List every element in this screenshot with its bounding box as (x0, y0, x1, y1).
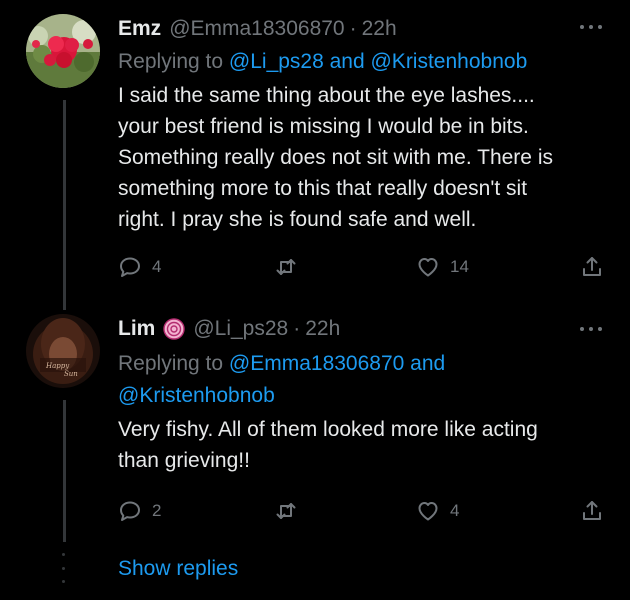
reply-mention-kristen[interactable]: @Kristenhobnob (118, 380, 610, 412)
tweet-text-line: Very fishy. All of them looked more like… (118, 418, 538, 441)
retweet-icon (276, 503, 296, 519)
share-button[interactable] (580, 252, 604, 282)
separator-dot: · (293, 317, 301, 340)
share-icon (583, 501, 601, 520)
share-button[interactable] (580, 496, 604, 526)
share-icon (583, 257, 601, 276)
tweet-text-line: your best friend is missing I would be i… (118, 115, 529, 138)
svg-text:Sun: Sun (64, 370, 78, 378)
reply-mentions[interactable]: @Li_ps28 and @Kristenhobnob (229, 50, 527, 73)
display-name[interactable]: Emz (118, 16, 161, 42)
swirl-emoji-icon (163, 318, 186, 340)
tweet-text-line: I said the same thing about the eye lash… (118, 84, 535, 107)
avatar[interactable] (26, 14, 100, 88)
reply-bubble-icon (120, 501, 140, 521)
like-count: 4 (450, 501, 460, 520)
tweet-header: Lim @Li_ps28 · 22h (118, 314, 610, 344)
tweet-emz[interactable]: Emz @Emma18306870 · 22h Replying to @Li_… (0, 0, 630, 300)
tweet-text-line: Something really does not sit with me. T… (118, 146, 553, 169)
more-dots-icon[interactable] (580, 326, 602, 332)
like-button[interactable]: 4 (416, 496, 459, 526)
separator-dot: · (349, 17, 357, 40)
svg-text:Happy: Happy (45, 362, 70, 370)
display-name[interactable]: Lim (118, 316, 155, 342)
replying-to-label: Replying to (118, 352, 224, 375)
tweet-actions: 2 4 (118, 496, 604, 526)
reply-count: 2 (152, 501, 162, 520)
tweet-text-line: something more to this that really doesn… (118, 177, 528, 200)
replying-to: Replying to @Li_ps28 and @Kristenhobnob (118, 46, 610, 78)
replying-to: Replying to @Emma18306870 and @Kristenho… (118, 348, 610, 412)
timestamp[interactable]: 22h (305, 316, 340, 342)
retweet-icon (276, 259, 296, 275)
user-handle[interactable]: @Emma18306870 (169, 16, 344, 42)
timestamp[interactable]: 22h (362, 16, 397, 42)
retweet-button[interactable] (274, 252, 308, 282)
more-replies-dots (62, 553, 66, 583)
show-replies-link[interactable]: Show replies (118, 555, 238, 583)
tweet-text-line: than grieving!! (118, 449, 250, 472)
heart-icon (418, 502, 438, 521)
tweet-text: Very fishy. All of them looked more like… (118, 414, 610, 476)
like-count: 14 (450, 257, 469, 276)
replying-to-label: Replying to (118, 50, 224, 73)
reply-mention-emma[interactable]: @Emma18306870 and (229, 352, 445, 375)
tweet-text: I said the same thing about the eye lash… (118, 80, 610, 235)
tweet-actions: 4 14 (118, 252, 604, 282)
more-dots-icon[interactable] (580, 24, 602, 30)
reply-bubble-icon (120, 257, 140, 277)
reply-button[interactable]: 4 (118, 252, 161, 282)
heart-icon (418, 258, 438, 277)
like-button[interactable]: 14 (416, 252, 469, 282)
tweet-text-line: right. I pray she is found safe and well… (118, 208, 477, 231)
reply-count: 4 (152, 257, 162, 276)
tweet-header: Emz @Emma18306870 · 22h (118, 14, 610, 44)
avatar[interactable]: Happy Sun (26, 314, 100, 388)
reply-button[interactable]: 2 (118, 496, 161, 526)
user-handle[interactable]: @Li_ps28 (193, 316, 288, 342)
retweet-button[interactable] (274, 496, 308, 526)
tweet-lim[interactable]: Happy Sun Lim @Li_ps28 · 22h Replying to… (0, 300, 630, 540)
